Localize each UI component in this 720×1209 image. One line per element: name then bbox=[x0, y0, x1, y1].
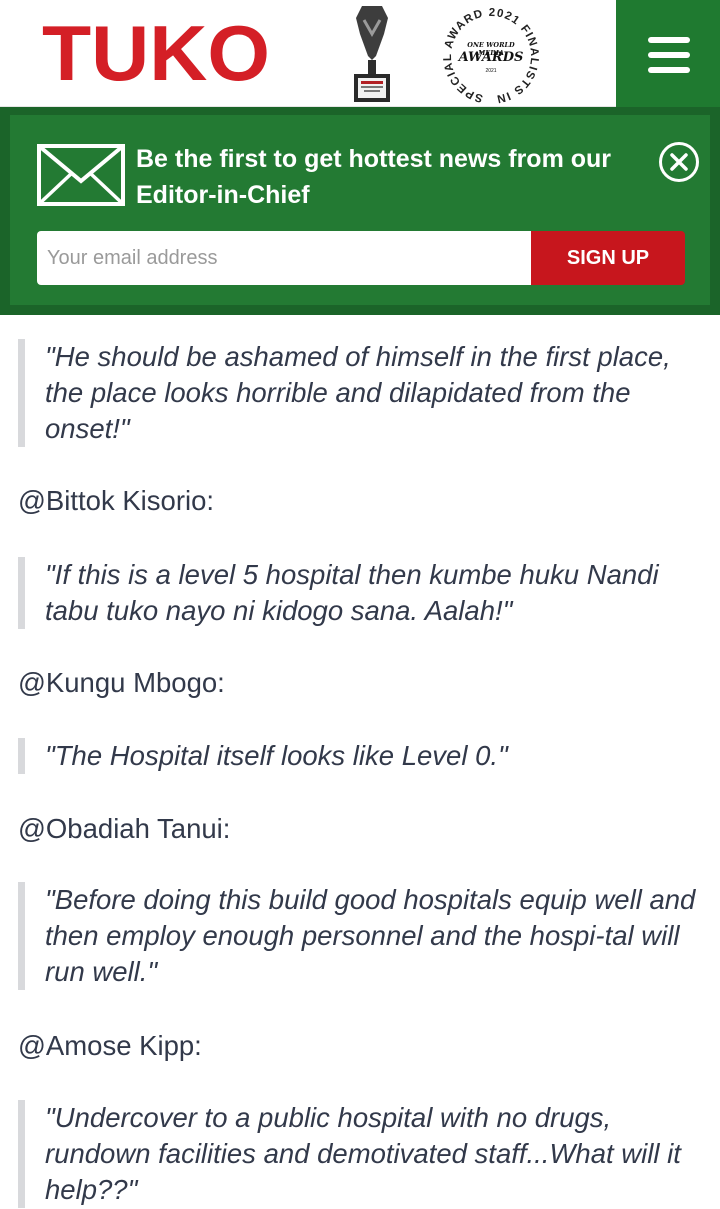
newsletter-banner: Be the first to get hottest news from ou… bbox=[0, 107, 720, 315]
email-field[interactable] bbox=[37, 231, 531, 285]
site-header: TUKO SPECIAL AWARD 2021 FINALISTS IN ONE… bbox=[0, 0, 720, 107]
award-seal-line2: AWARDS bbox=[458, 50, 524, 65]
newsletter-headline: Be the first to get hottest news from ou… bbox=[136, 145, 612, 209]
comment-quote: "Undercover to a public hospital with no… bbox=[18, 1100, 708, 1208]
close-icon[interactable] bbox=[658, 141, 700, 183]
comment-quote: "The Hospital itself looks like Level 0.… bbox=[18, 738, 708, 774]
comment-handle: @Kungu Mbogo: bbox=[18, 667, 225, 698]
comment-handle: @Obadiah Tanui: bbox=[18, 813, 231, 844]
hamburger-menu-button[interactable] bbox=[616, 0, 720, 107]
signup-button[interactable]: SIGN UP bbox=[531, 231, 685, 285]
comment-handle: @Amose Kipp: bbox=[18, 1030, 202, 1061]
comment-handle: @Bittok Kisorio: bbox=[18, 485, 215, 516]
tuko-logo[interactable]: TUKO bbox=[40, 16, 272, 92]
comment-quote: "Before doing this build good hospitals … bbox=[18, 882, 708, 990]
comment-quote: "If this is a level 5 hospital then kumb… bbox=[18, 557, 708, 629]
comment-quote: "He should be ashamed of himself in the … bbox=[18, 339, 708, 447]
logo-text: TUKO bbox=[42, 16, 270, 92]
award-seal-badge: SPECIAL AWARD 2021 FINALISTS IN ONE WORL… bbox=[436, 4, 546, 106]
award-seal-line3: 2021 bbox=[485, 68, 497, 74]
envelope-icon bbox=[37, 144, 125, 206]
newsletter-panel: Be the first to get hottest news from ou… bbox=[10, 115, 710, 305]
award-trophy-icon bbox=[354, 6, 390, 102]
